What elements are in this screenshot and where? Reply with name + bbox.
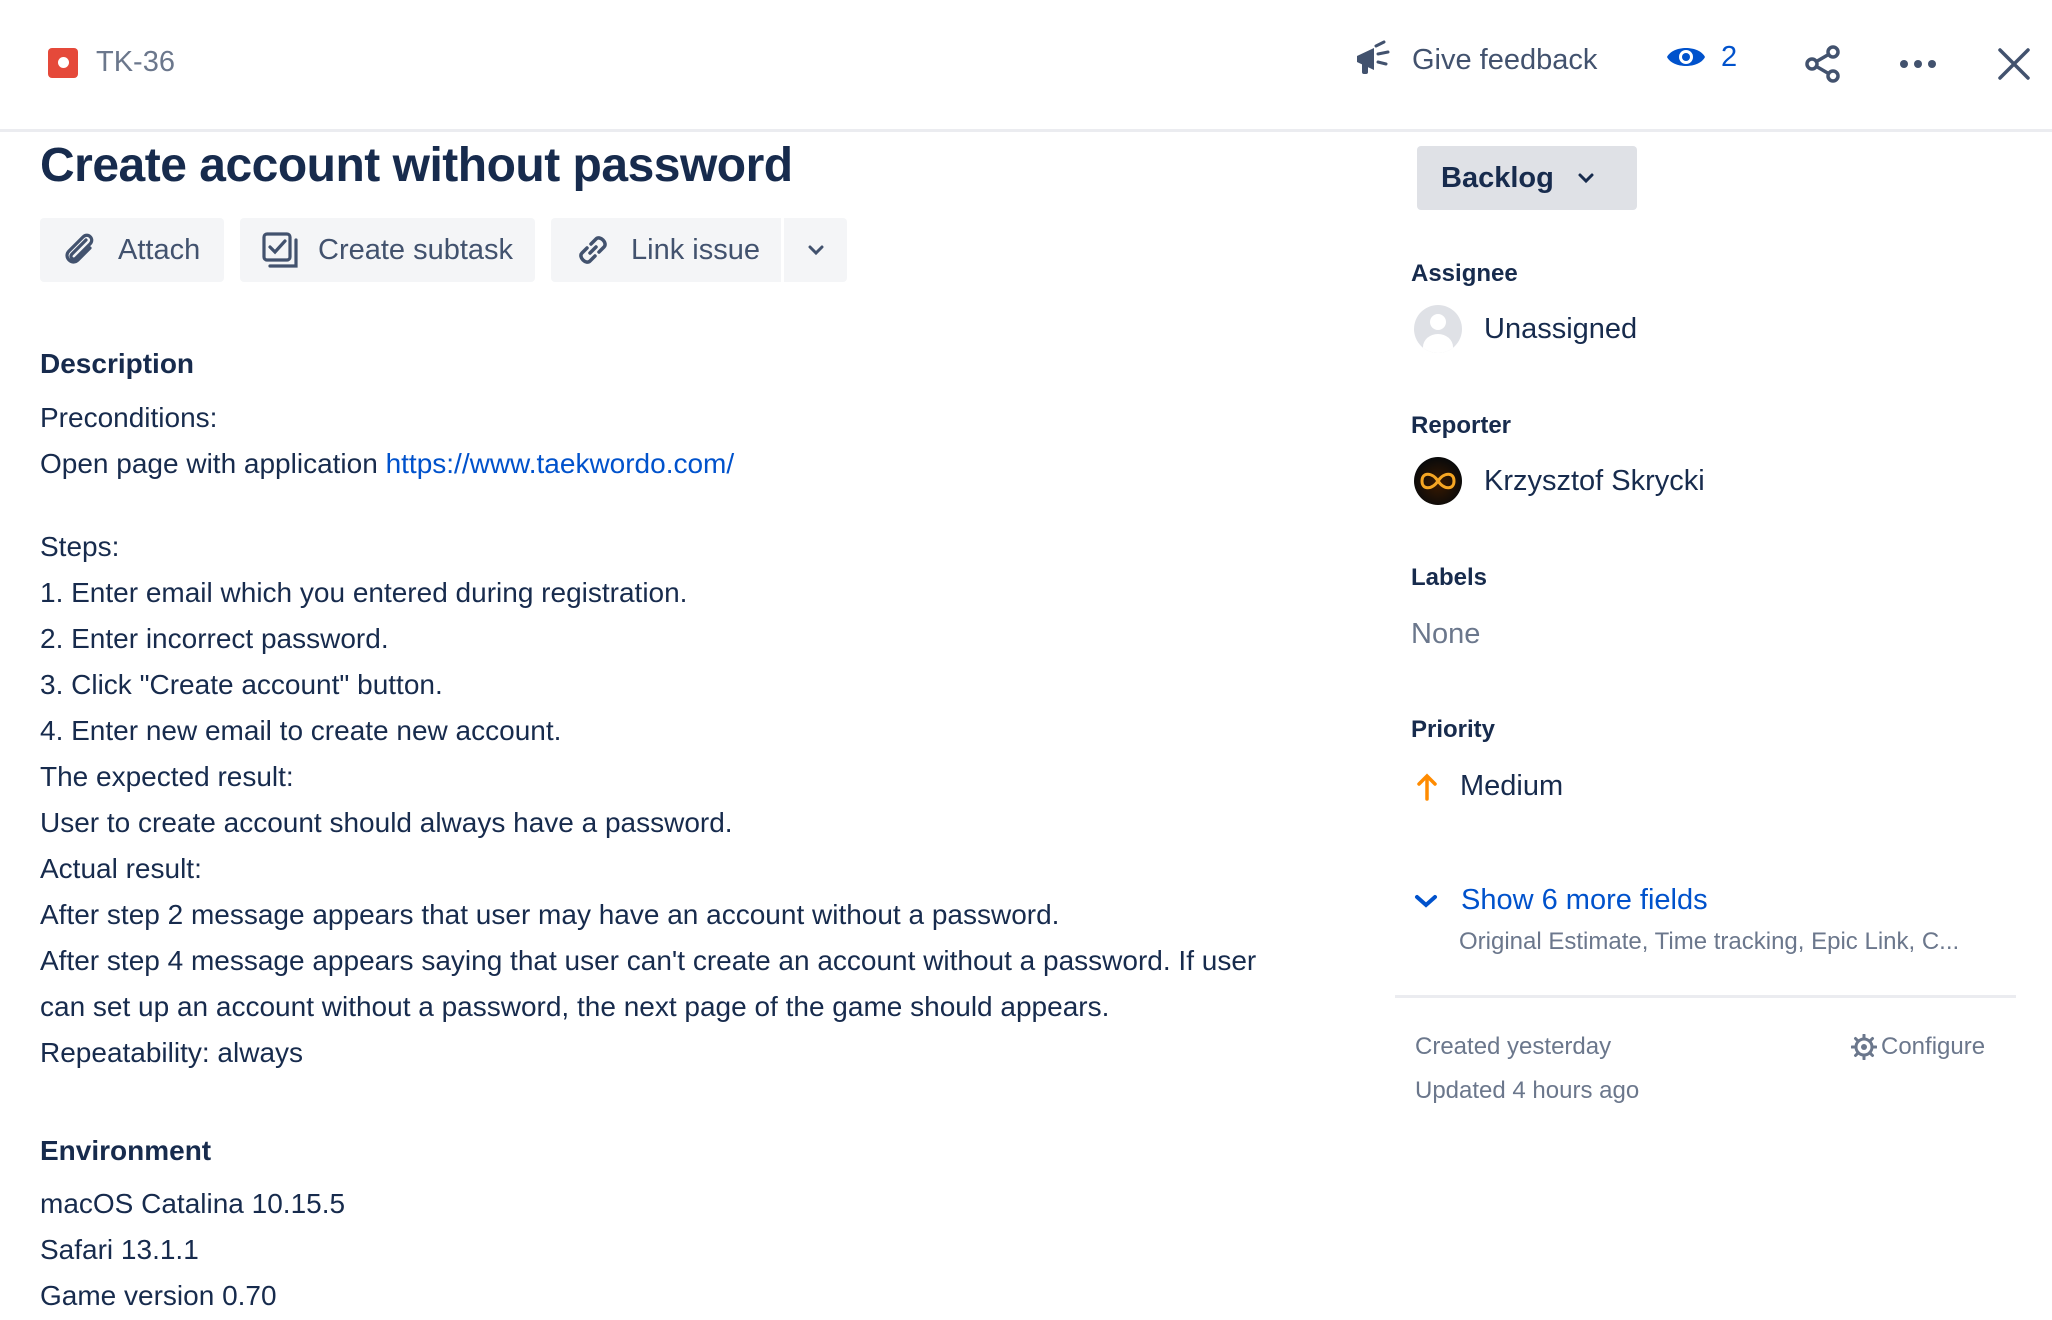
subtask-icon [262,232,298,268]
actual-line: After step 4 message appears saying that… [40,945,1257,976]
assignee-value: Unassigned [1484,312,1638,345]
gear-icon [1851,1034,1877,1060]
step-line: 4. Enter new email to create new account… [40,715,562,746]
watch-count: 2 [1721,40,1738,73]
issue-title[interactable]: Create account without password [40,138,793,193]
link-icon [579,236,607,264]
give-feedback-button[interactable]: Give feedback [1354,40,1597,80]
steps-label: Steps: [40,531,120,562]
link-issue-button[interactable]: Link issue [551,218,781,282]
link-issue-dropdown[interactable] [784,218,847,282]
actual-line: After step 2 message appears that user m… [40,899,1060,930]
link-issue-label: Link issue [631,233,760,266]
environment-line: Safari 13.1.1 [40,1234,199,1265]
share-icon [1805,45,1840,83]
chevron-down-icon [1415,894,1437,908]
show-more-label: Show 6 more fields [1461,884,1708,916]
create-subtask-button[interactable]: Create subtask [240,218,535,282]
open-page-line: Open page with application https://www.t… [40,448,734,480]
labels-label: Labels [1411,564,1488,591]
actual-label: Actual result: [40,853,202,884]
chevron-down-icon [808,245,823,256]
divider [1395,995,2016,998]
share-button[interactable] [1803,44,1843,89]
environment-line: macOS Catalina 10.15.5 [40,1188,346,1219]
preconditions-label: Preconditions: [40,402,218,433]
user-icon [1414,305,1462,353]
repeatability-line: Repeatability: always [40,1037,304,1068]
chevron-down-icon [1578,173,1594,184]
environment-heading: Environment [40,1135,212,1166]
step-line: 2. Enter incorrect password. [40,623,389,654]
watch-button[interactable]: 2 [1665,40,1737,74]
bug-icon [48,47,78,78]
close-button[interactable] [1997,47,2031,86]
environment-line: Game version 0.70 [40,1280,277,1311]
more-icon [1900,60,1936,68]
labels-value[interactable]: None [1411,618,1480,651]
configure-label: Configure [1881,1033,1986,1060]
created-date: Created yesterday [1415,1033,1612,1060]
paperclip-icon [65,233,94,264]
updated-date: Updated 4 hours ago [1415,1077,1640,1104]
assignee-field[interactable]: Unassigned [1414,305,1637,353]
issue-header: TK-36 Give feedback 2 [0,0,2052,132]
eye-icon [1667,48,1705,66]
arrow-up-icon [1417,773,1437,801]
actual-line: can set up an account without a password… [40,991,1110,1022]
expected-label: The expected result: [40,761,294,792]
assignee-label: Assignee [1411,260,1518,287]
priority-label: Priority [1411,716,1496,743]
issue-key[interactable]: TK-36 [48,46,175,79]
create-subtask-label: Create subtask [318,233,514,266]
status-label: Backlog [1441,161,1554,194]
app-url-link[interactable]: https://www.taekwordo.com/ [386,448,735,479]
megaphone-icon [1357,40,1390,74]
reporter-label: Reporter [1411,412,1512,439]
priority-value: Medium [1460,770,1564,802]
close-icon [1998,48,2030,80]
show-more-summary: Original Estimate, Time tracking, Epic L… [1459,928,1960,955]
open-page-prefix: Open page with application [40,448,386,479]
reporter-field[interactable]: Krzysztof Skrycki [1414,457,1705,505]
configure-button[interactable]: Configure [1851,1033,1985,1061]
reporter-value: Krzysztof Skrycki [1484,464,1705,497]
status-dropdown[interactable]: Backlog [1417,146,1637,210]
expected-text: User to create account should always hav… [40,807,733,838]
avatar [1414,457,1462,505]
attach-button[interactable]: Attach [40,218,224,282]
give-feedback-label: Give feedback [1412,43,1598,76]
description-heading: Description [40,348,195,379]
step-line: 3. Click "Create account" button. [40,669,443,700]
attach-label: Attach [118,233,201,266]
issue-key-text[interactable]: TK-36 [96,46,175,79]
priority-field[interactable]: Medium [1414,770,1563,803]
show-more-fields-button[interactable]: Show 6 more fields [1413,884,1708,917]
step-line: 1. Enter email which you entered during … [40,577,688,608]
more-actions-button[interactable] [1897,44,1939,89]
